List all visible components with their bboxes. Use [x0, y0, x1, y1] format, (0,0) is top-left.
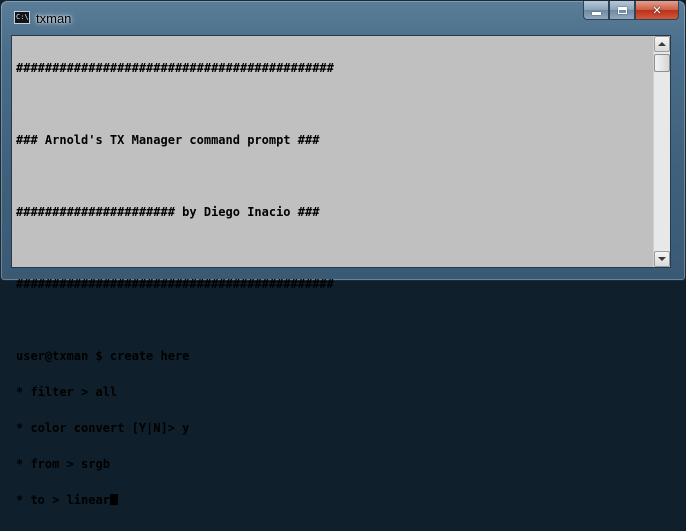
scrollbar-thumb[interactable] — [654, 54, 670, 72]
maximize-icon — [617, 6, 627, 14]
console-line: ###################### by Diego Inacio #… — [16, 205, 320, 219]
minimize-button[interactable] — [583, 1, 609, 20]
scroll-down-button[interactable] — [654, 251, 670, 267]
console-icon[interactable]: C:\ — [14, 11, 30, 24]
arrow-down-icon — [658, 257, 666, 261]
maximize-button[interactable] — [609, 1, 635, 20]
vertical-scrollbar[interactable] — [653, 36, 670, 267]
console-window: C:\ txman ✕ ############################… — [0, 0, 686, 506]
console-line: * from > srgb — [16, 457, 110, 471]
window-title: txman — [36, 11, 72, 26]
title-bar[interactable]: C:\ txman ✕ — [1, 1, 685, 35]
console-line: ########################################… — [16, 277, 334, 291]
close-icon: ✕ — [652, 3, 662, 17]
console-line: ### Arnold's TX Manager command prompt #… — [16, 133, 320, 147]
scroll-up-button[interactable] — [654, 36, 670, 52]
console-output: ########################################… — [16, 38, 656, 530]
window-controls: ✕ — [583, 1, 679, 21]
console-current-input: * to > linear — [16, 493, 110, 507]
console-area[interactable]: ########################################… — [11, 35, 671, 506]
console-line: user@txman $ create here — [16, 349, 190, 363]
arrow-up-icon — [658, 42, 666, 46]
console-line: ########################################… — [16, 61, 334, 75]
minimize-icon — [591, 11, 601, 15]
console-input-line[interactable]: * to > linear — [16, 494, 656, 506]
console-line: * color convert [Y|N]> y — [16, 421, 190, 435]
close-button[interactable]: ✕ — [635, 1, 679, 20]
text-cursor — [109, 494, 118, 505]
console-line: * filter > all — [16, 385, 118, 399]
